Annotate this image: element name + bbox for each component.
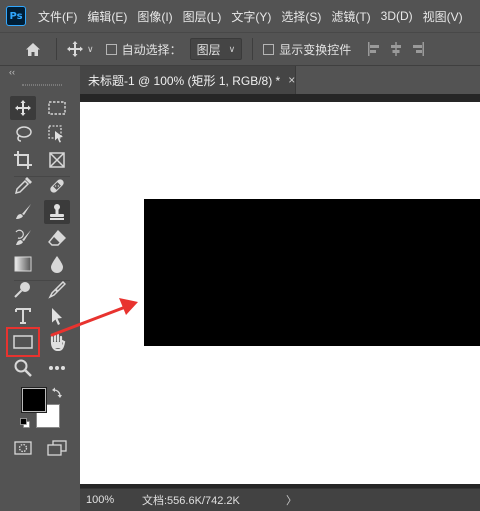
clone-stamp-tool-icon <box>50 204 64 220</box>
frame-tool-icon <box>49 152 65 168</box>
eraser-tool[interactable] <box>44 226 70 250</box>
quick-mask-icon <box>14 441 32 455</box>
menu-image[interactable]: 图像(I) <box>137 8 172 25</box>
path-select-tool-icon <box>52 308 62 325</box>
zoom-level[interactable]: 100% <box>80 494 142 506</box>
crop-tool-icon <box>14 151 32 169</box>
status-bar: 100% 文档:556.6K/742.2K 〉 <box>80 488 480 511</box>
canvas[interactable] <box>80 102 480 484</box>
zoom-tool-icon <box>14 359 32 377</box>
brush-tool[interactable] <box>10 200 36 224</box>
screen-mode-button[interactable] <box>44 436 70 460</box>
type-tool-icon <box>15 308 31 324</box>
photoshop-logo: Ps <box>6 6 26 26</box>
type-tool[interactable] <box>10 304 36 328</box>
dodge-tool-icon <box>14 282 30 298</box>
chevron-down-icon: ∨ <box>87 43 94 54</box>
more-tools-icon <box>49 366 65 370</box>
clone-stamp-tool[interactable] <box>44 200 70 224</box>
frame-tool[interactable] <box>44 148 70 172</box>
move-icon <box>67 41 83 57</box>
align-right-icon[interactable] <box>411 42 425 56</box>
rectangle-shape-layer[interactable] <box>144 199 480 346</box>
chevron-down-icon: ∨ <box>228 43 236 54</box>
move-tool[interactable] <box>10 96 36 120</box>
lasso-tool[interactable] <box>10 122 36 146</box>
status-menu-arrow-icon[interactable]: 〉 <box>286 492 297 508</box>
document-window <box>80 94 480 488</box>
marquee-tool-icon <box>48 101 66 115</box>
tools-panel <box>8 80 76 480</box>
eraser-tool-icon <box>48 229 66 246</box>
lasso-tool-icon <box>16 126 32 142</box>
document-tab-title: 未标题-1 @ 100% (矩形 1, RGB/8) * <box>88 73 281 88</box>
divider <box>252 38 254 60</box>
default-colors-icon[interactable] <box>20 418 30 428</box>
home-icon <box>26 42 40 56</box>
toolbar-grip[interactable] <box>8 80 76 90</box>
menu-type[interactable]: 文字(Y) <box>231 8 271 25</box>
swap-colors-icon[interactable] <box>52 386 64 398</box>
align-left-icon[interactable] <box>367 42 381 56</box>
eyedropper-tool[interactable] <box>10 174 36 198</box>
object-select-tool-icon <box>48 125 63 143</box>
collapse-toolbar-button[interactable]: ‹‹ <box>0 66 76 80</box>
gradient-tool[interactable] <box>10 252 36 276</box>
menu-select[interactable]: 选择(S) <box>281 8 321 25</box>
blur-tool[interactable] <box>44 252 70 276</box>
menu-file[interactable]: 文件(F) <box>38 8 77 25</box>
move-tool-icon <box>15 100 31 116</box>
path-select-tool[interactable] <box>44 304 70 328</box>
divider <box>56 38 57 60</box>
brush-tool-icon <box>16 204 31 219</box>
pen-tool[interactable] <box>44 278 70 302</box>
zoom-tool[interactable] <box>10 356 36 380</box>
document-size-info: 文档:556.6K/742.2K <box>142 495 240 507</box>
dodge-tool[interactable] <box>10 278 36 302</box>
menu-view[interactable]: 视图(V) <box>423 8 463 25</box>
menu-edit[interactable]: 编辑(E) <box>87 8 127 25</box>
history-brush-tool[interactable] <box>10 226 36 250</box>
marquee-tool[interactable] <box>44 96 70 120</box>
options-bar: ∨ 自动选择： 图层 ∨ 显示变换控件 <box>0 32 480 66</box>
align-buttons <box>367 42 425 56</box>
highlight-box <box>6 327 40 357</box>
healing-brush-tool-icon <box>50 179 64 193</box>
eyedropper-tool-icon <box>14 177 32 195</box>
document-tab[interactable]: 未标题-1 @ 100% (矩形 1, RGB/8) * × <box>80 66 296 94</box>
menu-filter[interactable]: 滤镜(T) <box>331 8 370 25</box>
auto-select-label: 自动选择： <box>121 42 182 57</box>
hand-tool-icon <box>50 333 66 351</box>
object-select-tool[interactable] <box>44 122 70 146</box>
menu-layer[interactable]: 图层(L) <box>183 8 222 25</box>
menu-3d[interactable]: 3D(D) <box>381 9 413 23</box>
auto-select-target-dropdown[interactable]: 图层 ∨ <box>189 38 243 60</box>
close-icon[interactable]: × <box>288 73 295 87</box>
crop-tool[interactable] <box>10 148 36 172</box>
show-transform-checkbox[interactable] <box>263 43 275 55</box>
more-tools[interactable] <box>44 356 70 380</box>
gradient-tool-icon <box>14 256 32 272</box>
screen-mode-icon <box>47 440 67 456</box>
menu-bar: Ps 文件(F) 编辑(E) 图像(I) 图层(L) 文字(Y) 选择(S) 滤… <box>0 0 480 32</box>
auto-select-target-value: 图层 <box>196 42 221 57</box>
hand-tool[interactable] <box>44 330 70 354</box>
auto-select-checkbox[interactable] <box>105 43 117 55</box>
pen-tool-icon <box>48 281 66 299</box>
home-button[interactable] <box>20 37 46 61</box>
history-brush-tool-icon <box>15 229 31 245</box>
move-tool-preset-picker[interactable]: ∨ <box>67 41 94 57</box>
align-center-icon[interactable] <box>389 42 403 56</box>
healing-brush-tool[interactable] <box>44 174 70 198</box>
blur-tool-icon <box>51 256 63 273</box>
show-transform-label: 显示变换控件 <box>279 42 352 57</box>
foreground-color-swatch[interactable] <box>21 387 47 413</box>
quick-mask-button[interactable] <box>10 436 36 460</box>
